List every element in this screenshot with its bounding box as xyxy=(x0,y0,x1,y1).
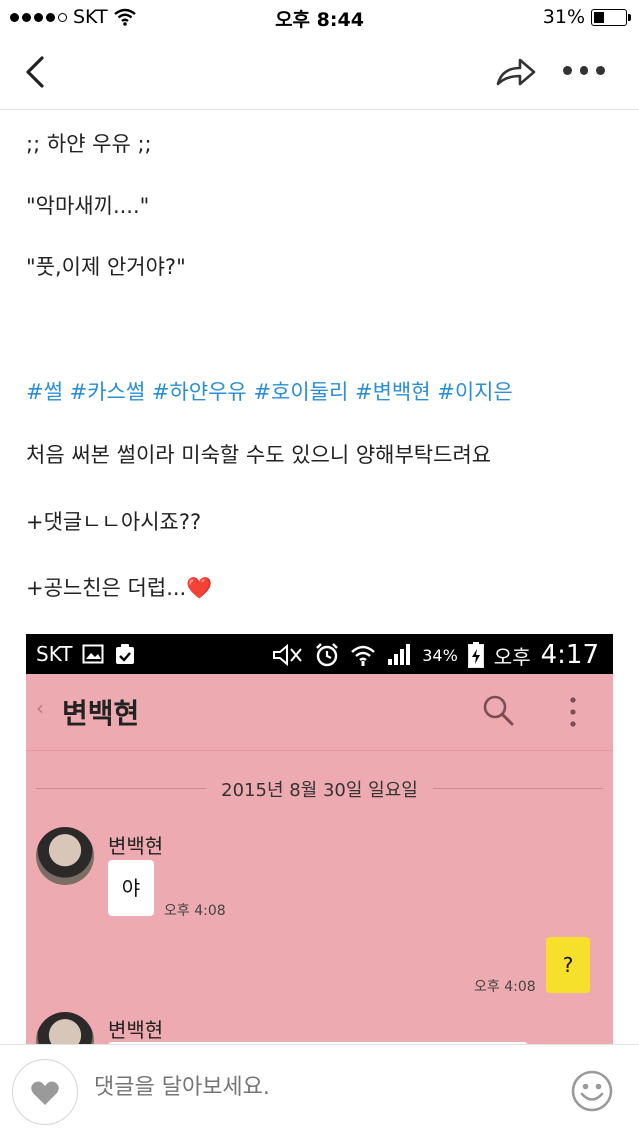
post-note: +공느친은 더럽... xyxy=(26,576,187,600)
message-sender: 변백현 xyxy=(108,1018,164,1042)
more-options-icon[interactable] xyxy=(563,66,606,78)
post-note: 처음 써본 썰이라 미숙할 수도 있으니 양해부탁드려요 xyxy=(26,443,492,467)
back-arrow-icon[interactable] xyxy=(18,52,54,92)
hashtag-list: #썰 #카스썰 #하얀우유 #호이둘리 #변백현 #이지은 xyxy=(26,376,513,406)
post-line: "풋,이제 안거야?" xyxy=(26,255,186,279)
hashtag-link[interactable]: #썰 xyxy=(26,380,63,404)
android-status-bar: SKT 34% 오후 4:17 xyxy=(26,634,613,674)
post-line: ;; 하얀 우유 ;; xyxy=(26,132,152,156)
android-status-left: SKT xyxy=(36,642,136,666)
message-time: 오후 4:08 xyxy=(164,903,226,919)
chat-header: ‹ 변백현 xyxy=(26,674,613,751)
gallery-icon xyxy=(82,644,104,664)
cell-signal-icon xyxy=(388,644,411,665)
message-time: 오후 4:08 xyxy=(474,979,536,995)
kebab-menu-icon[interactable] xyxy=(567,696,579,728)
android-time-prefix: 오후 xyxy=(493,644,531,669)
comment-input[interactable] xyxy=(94,1075,534,1100)
hashtag-link[interactable]: #변백현 xyxy=(355,380,431,404)
search-icon[interactable] xyxy=(480,692,516,728)
hashtag-link[interactable]: #이지은 xyxy=(437,380,513,404)
comment-bar xyxy=(0,1044,639,1139)
battery-percent: 31% xyxy=(542,6,585,28)
charging-battery-icon xyxy=(467,642,484,668)
mute-icon xyxy=(273,643,303,667)
android-carrier: SKT xyxy=(36,642,73,666)
chat-back-icon[interactable]: ‹ xyxy=(36,696,44,720)
nav-bar xyxy=(0,36,639,110)
clipboard-check-icon xyxy=(116,644,135,664)
date-separator: 2015년 8월 30일 일요일 xyxy=(36,776,603,801)
post-note: +댓글ㄴㄴ아시죠?? xyxy=(26,510,202,534)
message-bubble[interactable]: 야 xyxy=(108,860,154,916)
hashtag-link[interactable]: #호이둘리 xyxy=(253,380,348,404)
like-button[interactable] xyxy=(12,1059,78,1125)
status-bar-right: 31% xyxy=(542,6,631,28)
hashtag-link[interactable]: #하얀우유 xyxy=(152,380,247,404)
status-bar: SKT 오후 8:44 31% xyxy=(0,0,639,36)
emoji-icon[interactable] xyxy=(570,1069,614,1113)
embedded-chat-screenshot[interactable]: SKT 34% 오후 4:17 ‹ 변백현 2015년 8월 30일 일요일 변… xyxy=(26,634,613,1054)
alarm-icon xyxy=(316,643,339,667)
heart-icon xyxy=(31,1081,59,1105)
share-icon[interactable] xyxy=(494,54,538,90)
avatar[interactable] xyxy=(36,827,94,885)
battery-icon xyxy=(591,8,631,26)
message-sender: 변백현 xyxy=(108,834,164,858)
date-separator-text: 2015년 8월 30일 일요일 xyxy=(221,780,418,801)
hashtag-link[interactable]: #카스썰 xyxy=(70,380,146,404)
post-line: "악마새끼...." xyxy=(26,194,150,218)
post-note-with-heart: +공느친은 더럽...❤️ xyxy=(26,572,212,602)
wifi-icon xyxy=(351,645,376,666)
heart-emoji-icon: ❤️ xyxy=(186,576,213,600)
android-time: 4:17 xyxy=(540,640,599,670)
my-message-bubble[interactable]: ? xyxy=(546,937,590,993)
chat-title: 변백현 xyxy=(62,697,140,730)
android-battery-percent: 34% xyxy=(422,645,458,665)
android-status-right: 34% 오후 4:17 xyxy=(270,640,599,670)
